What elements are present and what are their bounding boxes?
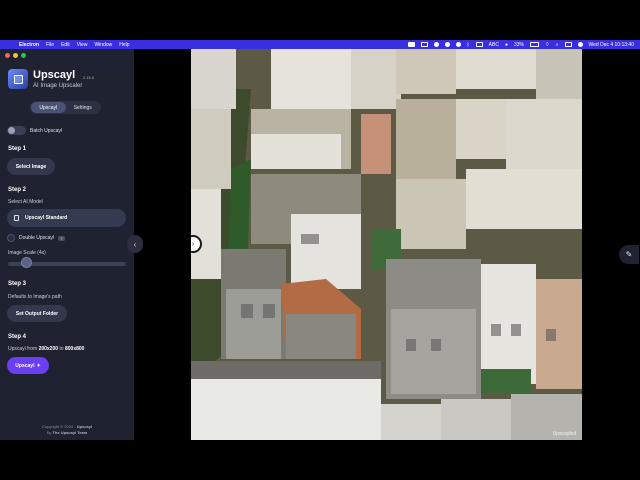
model-file-icon [14, 215, 19, 221]
sparkle-icon: ✦ [36, 362, 41, 369]
close-window-button[interactable] [5, 53, 10, 58]
upscayl-button-label: Upscayl [15, 362, 35, 369]
menu-help[interactable]: Help [119, 42, 129, 48]
dot-icon[interactable]: ● [505, 42, 508, 48]
battery-percent[interactable]: 33% [514, 42, 524, 48]
app-version: 2.15.0 [83, 75, 95, 80]
image-scale-slider-knob[interactable] [21, 257, 32, 268]
upscayled-watermark: Upscayled [552, 431, 576, 437]
info-icon[interactable]: ? [58, 235, 66, 241]
upscayl-button[interactable]: Upscayl ✦ [7, 357, 49, 374]
step1-title: Step 1 [8, 146, 27, 152]
tab-settings[interactable]: Settings [66, 102, 101, 113]
wifi-icon[interactable]: ⌔ [545, 42, 550, 48]
input-source[interactable]: ABC [489, 42, 499, 48]
footer-copyright: Copyright © 2024 - [41, 424, 77, 429]
screen-mirror-icon[interactable] [407, 42, 415, 47]
window-controls [5, 53, 26, 58]
app-window: Upscayl 2.15.0 AI Image Upscaler Upscayl… [0, 49, 640, 440]
image-scale-label: Image Scale (4x) [8, 250, 46, 256]
tab-upscayl[interactable]: Upscayl [31, 102, 66, 113]
select-image-button[interactable]: Select Image [7, 158, 55, 175]
control-center-icon[interactable] [564, 42, 572, 47]
status-icon[interactable] [444, 42, 450, 47]
menu-edit[interactable]: Edit [61, 42, 70, 48]
siri-icon[interactable] [577, 42, 583, 47]
app-title: Upscayl [33, 69, 76, 81]
dropbox-icon[interactable] [433, 42, 439, 47]
output-folder-desc: Defaults to Image's path [8, 294, 62, 300]
set-output-folder-button[interactable]: Set Output Folder [7, 305, 67, 322]
footer-team[interactable]: The Upscayl Team [52, 430, 87, 435]
menu-file[interactable]: File [46, 42, 54, 48]
double-upscayl-checkbox[interactable] [7, 234, 15, 242]
menu-view[interactable]: View [77, 42, 88, 48]
menu-window[interactable]: Window [94, 42, 112, 48]
wrench-icon[interactable]: ✎ [619, 245, 639, 264]
battery-icon[interactable] [529, 42, 539, 47]
batch-upscayl-row: Batch Upscayl [7, 126, 62, 135]
clock[interactable]: Wed Dec 4 10:13:40 [589, 42, 635, 48]
menu-app-name[interactable]: Electron [19, 42, 39, 48]
status-area: ᛒ ABC ● 33% ⌔ ⌕ Wed Dec 4 10:13:40 [407, 42, 640, 48]
step3-title: Step 3 [8, 281, 27, 287]
upscayl-logo [8, 69, 28, 89]
minimize-window-button[interactable] [13, 53, 18, 58]
from-prefix: Upscayl from [8, 346, 39, 352]
batch-upscayl-label: Batch Upscayl [30, 127, 62, 134]
footer-brand[interactable]: Upscayl [77, 424, 92, 429]
model-value: Upscayl Standard [25, 215, 68, 221]
to-word: to [58, 346, 65, 352]
to-size: 800x800 [64, 346, 85, 352]
menu-bar: Electron File Edit View Window Help ᛒ AB… [0, 40, 640, 49]
app-subtitle: AI Image Upscaler [33, 83, 83, 89]
select-model-label: Select AI Model [8, 199, 43, 205]
image-preview[interactable]: › Upscayled [191, 49, 582, 440]
city-image [191, 49, 582, 440]
keyboard-icon[interactable] [475, 42, 483, 47]
model-select[interactable]: Upscayl Standard [7, 209, 126, 227]
bluetooth-icon[interactable]: ᛒ [467, 42, 470, 48]
upscale-size-text: Upscayl from 200x200 to 800x800 [8, 346, 84, 352]
footer: Copyright © 2024 - Upscayl By The Upscay… [0, 424, 134, 436]
zoom-window-button[interactable] [21, 53, 26, 58]
status-icon-2[interactable] [455, 42, 461, 47]
sidebar: Upscayl 2.15.0 AI Image Upscaler Upscayl… [0, 49, 134, 440]
display-icon[interactable] [420, 42, 428, 47]
tab-bar: Upscayl Settings [30, 101, 101, 114]
double-upscayl-label: Double Upscayl [19, 235, 55, 241]
step4-title: Step 4 [8, 334, 27, 340]
batch-upscayl-toggle[interactable] [7, 126, 26, 135]
from-size: 200x200 [38, 346, 59, 352]
step2-title: Step 2 [8, 187, 27, 193]
double-upscayl-row: Double Upscayl ? [7, 234, 66, 242]
collapse-sidebar-button[interactable]: ‹ [127, 235, 143, 253]
search-icon[interactable]: ⌕ [556, 42, 559, 48]
